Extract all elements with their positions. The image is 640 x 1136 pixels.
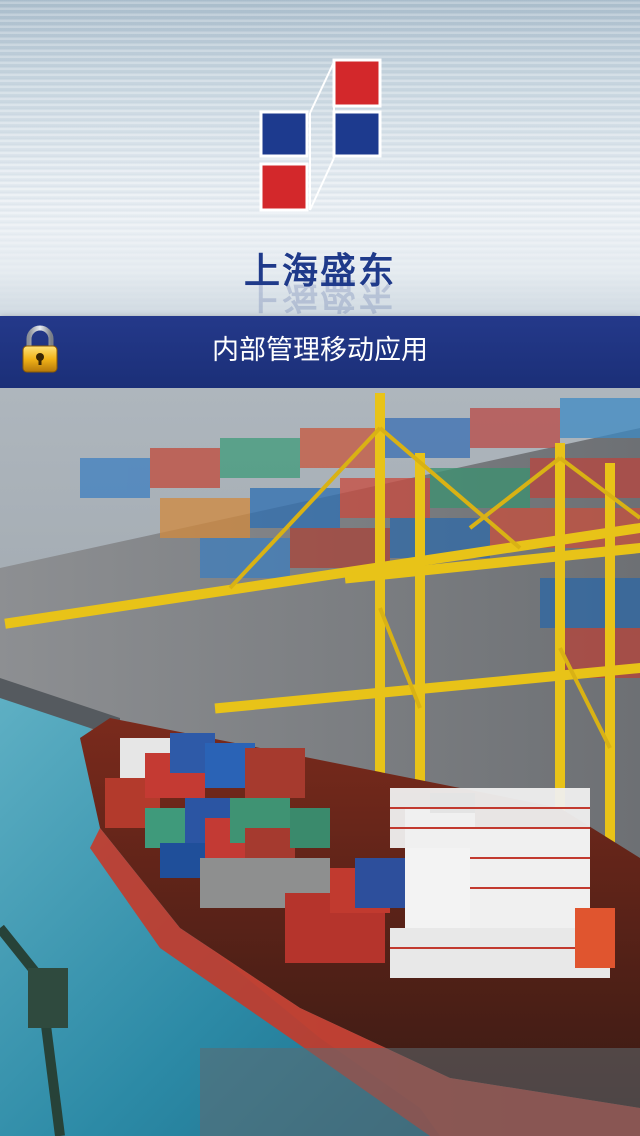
splash-screen: 上海盛东 上海盛东 内部管理移动应用 (0, 0, 640, 1136)
company-logo (259, 58, 382, 212)
container-port-image (0, 388, 640, 1136)
banner-title: 内部管理移动应用 (212, 335, 428, 366)
title-banner: 内部管理移动应用 (0, 316, 640, 388)
